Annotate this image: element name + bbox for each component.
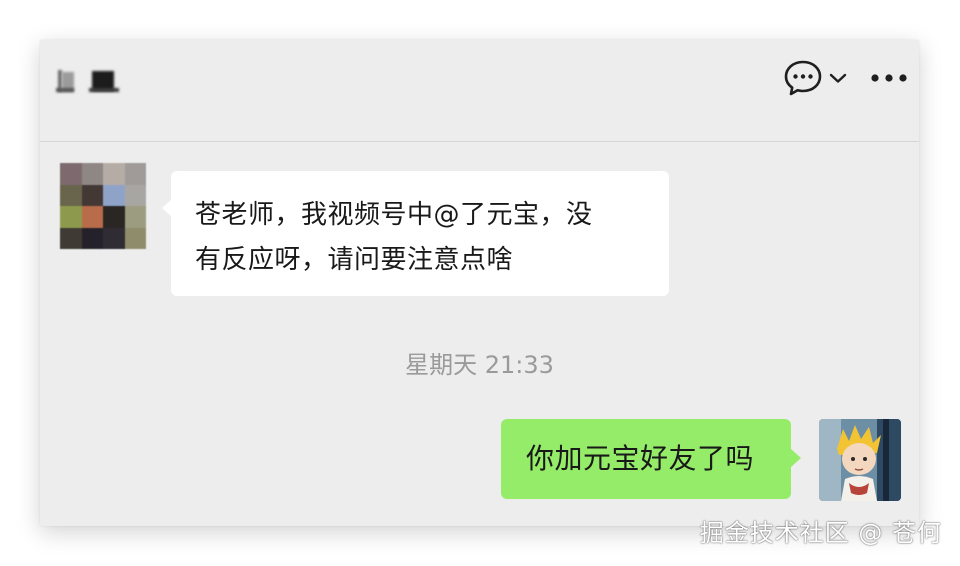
chat-header: [40, 40, 919, 142]
self-avatar[interactable]: [819, 419, 901, 501]
message-list[interactable]: 苍老师，我视频号中@了元宝，没 有反应呀，请问要注意点啥 星期天 21:33 你…: [40, 142, 919, 526]
watermark: 掘金技术社区 @ 苍何: [699, 519, 942, 547]
more-dots-icon[interactable]: [867, 58, 911, 98]
outgoing-message-bubble[interactable]: 你加元宝好友了吗: [501, 419, 801, 499]
incoming-message-text: 苍老师，我视频号中@了元宝，没 有反应呀，请问要注意点啥: [195, 200, 593, 275]
chat-bubble-icon[interactable]: [783, 58, 823, 98]
screenshot-stage: 苍老师，我视频号中@了元宝，没 有反应呀，请问要注意点啥 星期天 21:33 你…: [0, 0, 960, 566]
header-actions: [783, 58, 911, 98]
contact-avatar[interactable]: [60, 163, 146, 249]
incoming-message-bubble[interactable]: 苍老师，我视频号中@了元宝，没 有反应呀，请问要注意点啥: [162, 171, 669, 296]
chat-window: 苍老师，我视频号中@了元宝，没 有反应呀，请问要注意点啥 星期天 21:33 你…: [40, 40, 919, 526]
chevron-down-icon[interactable]: [823, 58, 853, 98]
contact-name-redacted: [56, 68, 126, 96]
outgoing-message-text: 你加元宝好友了吗: [526, 442, 755, 475]
message-timestamp: 星期天 21:33: [405, 351, 554, 379]
